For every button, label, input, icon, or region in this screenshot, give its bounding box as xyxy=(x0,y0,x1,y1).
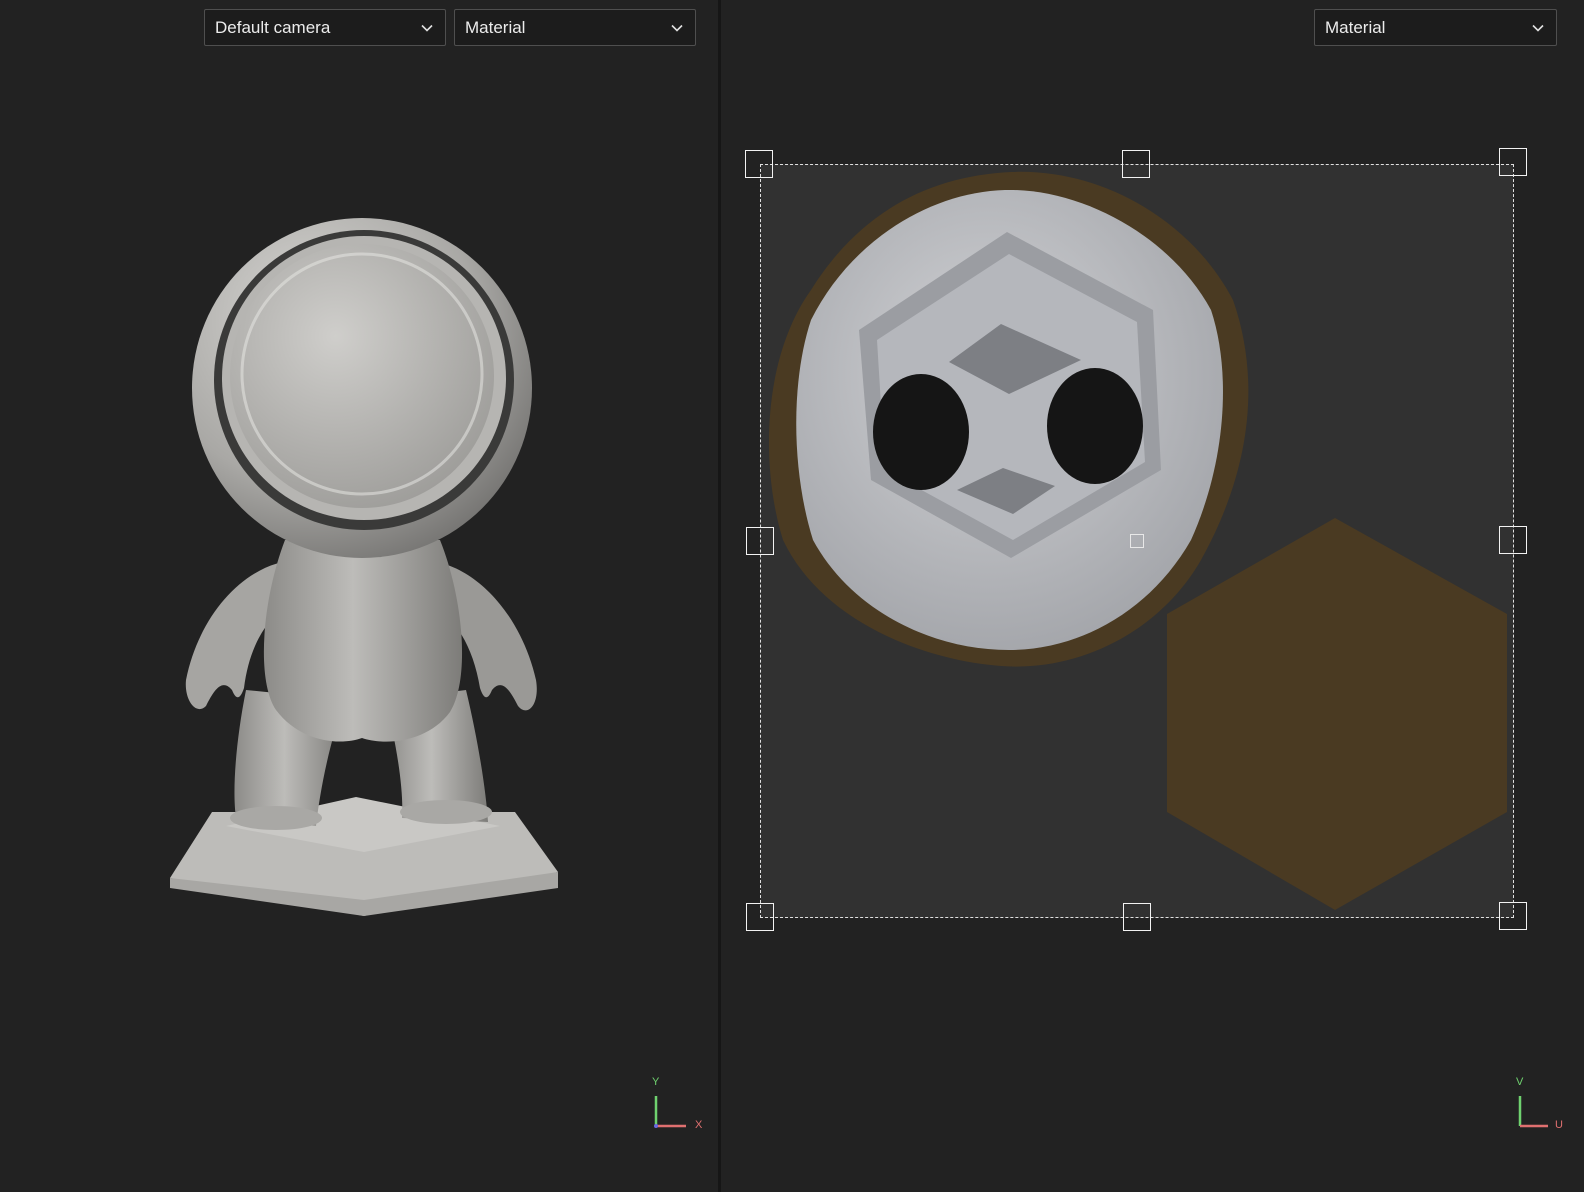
uv-viewport[interactable]: Material V U xyxy=(721,0,1584,1192)
uv-render-mode-dropdown[interactable]: Material xyxy=(1314,9,1557,46)
handle-bottom-left[interactable] xyxy=(746,903,774,931)
uv-axis-gizmo: V U xyxy=(1512,1076,1572,1136)
xyz-axis-gizmo: Y X xyxy=(648,1076,708,1136)
handle-top-left[interactable] xyxy=(745,150,773,178)
uv-render-mode-dropdown-value: Material xyxy=(1325,17,1386,37)
handle-middle-left[interactable] xyxy=(746,527,774,555)
render-mode-dropdown[interactable]: Material xyxy=(454,9,696,46)
transform-pivot-handle[interactable] xyxy=(1130,534,1144,548)
uv-eye-right xyxy=(1047,368,1143,484)
camera-dropdown[interactable]: Default camera xyxy=(204,9,446,46)
axis-y-label: Y xyxy=(652,1076,660,1088)
uv-texture-islands[interactable] xyxy=(721,0,1584,1192)
axis-v-label: V xyxy=(1516,1076,1524,1088)
camera-dropdown-value: Default camera xyxy=(215,17,331,37)
chevron-down-icon xyxy=(1532,24,1544,32)
uv-eye-left xyxy=(873,374,969,490)
handle-top-center[interactable] xyxy=(1122,150,1150,178)
handle-bottom-right[interactable] xyxy=(1499,902,1527,930)
3d-viewport[interactable]: Default camera Material Y X xyxy=(0,0,718,1192)
chevron-down-icon xyxy=(671,24,683,32)
material-preview-mannequin[interactable] xyxy=(0,0,718,1192)
uv-island-hexagon[interactable] xyxy=(1167,518,1507,910)
axis-x-label: X xyxy=(695,1119,703,1131)
handle-top-right[interactable] xyxy=(1499,148,1527,176)
pedestal-base xyxy=(170,797,558,916)
axis-u-label: U xyxy=(1555,1119,1563,1131)
chevron-down-icon xyxy=(421,24,433,32)
render-mode-dropdown-value: Material xyxy=(465,17,526,37)
handle-bottom-center[interactable] xyxy=(1123,903,1151,931)
handle-middle-right[interactable] xyxy=(1499,526,1527,554)
